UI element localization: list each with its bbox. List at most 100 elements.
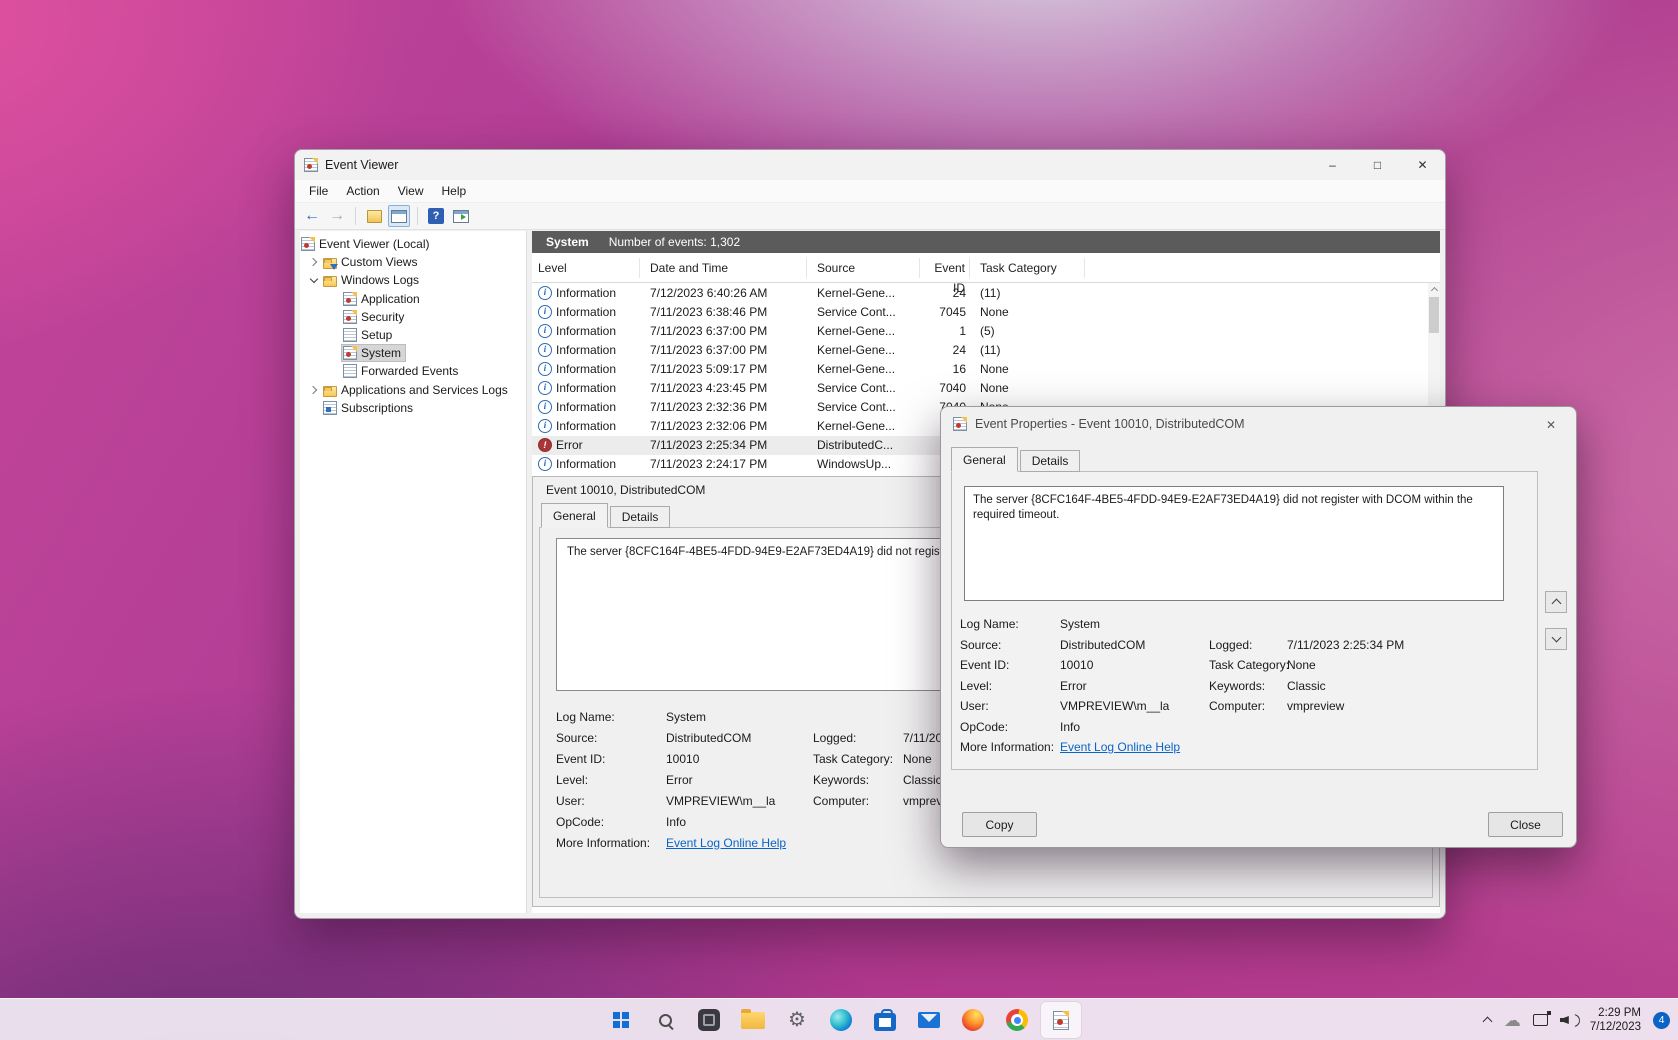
maximize-button[interactable]: □ — [1355, 150, 1400, 180]
date-cell: 7/11/2023 6:37:00 PM — [640, 343, 807, 357]
tree-item[interactable]: Applications and Services Logs — [300, 381, 526, 399]
field-value: Info — [666, 815, 813, 829]
field-label: Level: — [960, 679, 1060, 693]
volume-icon[interactable] — [1560, 1013, 1578, 1027]
back-button[interactable]: ← — [301, 205, 323, 227]
table-row[interactable]: Information 7/11/2023 5:09:17 PM Kernel-… — [532, 359, 1428, 378]
tree-item[interactable]: Windows Logs — [300, 271, 526, 289]
dialog-tabs: General Details — [951, 447, 1082, 472]
tree-item[interactable]: Subscriptions — [300, 399, 526, 417]
date-cell: 7/11/2023 6:38:46 PM — [640, 305, 807, 319]
source-cell: Kernel-Gene... — [807, 419, 920, 433]
taskbar-icon-file-explorer[interactable] — [733, 1002, 773, 1038]
taskbar-icon-settings[interactable] — [777, 1002, 817, 1038]
taskbar-icon-chrome[interactable] — [997, 1002, 1037, 1038]
events-count-label: Number of events: 1,302 — [609, 235, 740, 249]
tree-item[interactable]: Setup — [300, 326, 526, 344]
dialog-icon — [953, 417, 967, 431]
source-cell: Kernel-Gene... — [807, 324, 920, 338]
scrollbar-up-arrow-icon[interactable] — [1428, 283, 1440, 295]
table-row[interactable]: Information 7/11/2023 4:23:45 PM Service… — [532, 378, 1428, 397]
export-button[interactable] — [363, 205, 385, 227]
table-row[interactable]: Information 7/11/2023 6:37:00 PM Kernel-… — [532, 321, 1428, 340]
console-tree-toggle-button[interactable] — [388, 205, 410, 227]
previous-event-button[interactable] — [1545, 591, 1567, 613]
scrollbar-thumb[interactable] — [1429, 297, 1439, 333]
task-category-cell: (5) — [970, 324, 1085, 338]
field-label: Keywords: — [1209, 679, 1287, 693]
tree-expand-chevron-icon[interactable] — [306, 278, 322, 282]
forward-button[interactable]: → — [326, 205, 348, 227]
dialog-title-bar: Event Properties - Event 10010, Distribu… — [941, 407, 1576, 441]
onedrive-cloud-icon[interactable] — [1504, 1012, 1521, 1029]
menu-help[interactable]: Help — [433, 181, 476, 201]
tree-expand-chevron-icon[interactable] — [306, 259, 322, 265]
taskbar-icon-start[interactable] — [601, 1002, 641, 1038]
field-label: Logged: — [813, 731, 903, 745]
table-row[interactable]: Information 7/11/2023 6:37:00 PM Kernel-… — [532, 340, 1428, 359]
preview-tab-details[interactable]: Details — [610, 506, 671, 528]
tree-item[interactable]: Forwarded Events — [300, 362, 526, 380]
column-header-event-id[interactable]: Event ID — [920, 258, 970, 278]
field-label: Event ID: — [556, 752, 666, 766]
tree-item[interactable]: System — [300, 344, 526, 362]
clock-date: 7/12/2023 — [1590, 1020, 1641, 1034]
help-button[interactable]: ? — [425, 205, 447, 227]
dialog-close-icon[interactable]: ✕ — [1536, 413, 1566, 437]
dialog-general-frame: The server {8CFC164F-4BE5-4FDD-94E9-E2AF… — [951, 471, 1538, 770]
column-header-source[interactable]: Source — [807, 258, 920, 278]
field-label: More Information: — [556, 836, 666, 850]
field-label: User: — [960, 699, 1060, 713]
tree-expand-chevron-icon[interactable] — [306, 387, 322, 393]
taskbar-clock[interactable]: 2:29 PM 7/12/2023 — [1590, 1006, 1641, 1034]
dialog-tab-general[interactable]: General — [951, 447, 1018, 472]
tree-item[interactable]: Security — [300, 308, 526, 326]
column-header-level[interactable]: Level — [532, 258, 640, 278]
tree-item[interactable]: Event Viewer (Local) — [300, 235, 526, 253]
tray-overflow-chevron-icon[interactable] — [1484, 1016, 1492, 1024]
close-dialog-button[interactable]: Close — [1488, 812, 1563, 837]
tree-item[interactable]: Custom Views — [300, 253, 526, 271]
task-category-cell: None — [970, 381, 1085, 395]
dialog-message-box[interactable]: The server {8CFC164F-4BE5-4FDD-94E9-E2AF… — [964, 486, 1504, 601]
taskbar-icon-firefox[interactable] — [953, 1002, 993, 1038]
tree-item[interactable]: Application — [300, 290, 526, 308]
source-cell: WindowsUp... — [807, 457, 920, 471]
dialog-tab-details[interactable]: Details — [1020, 450, 1081, 472]
field-value: System — [1060, 617, 1209, 631]
column-header-date[interactable]: Date and Time — [640, 258, 807, 278]
minimize-button[interactable]: – — [1310, 150, 1355, 180]
taskbar-icon-store[interactable] — [865, 1002, 905, 1038]
taskbar-icon-edge[interactable] — [821, 1002, 861, 1038]
taskbar-icon-mail[interactable] — [909, 1002, 949, 1038]
notification-badge[interactable]: 4 — [1653, 1012, 1670, 1029]
task-category-cell: (11) — [970, 343, 1085, 357]
menu-action[interactable]: Action — [337, 181, 388, 201]
column-header-task-category[interactable]: Task Category — [970, 258, 1085, 278]
close-button[interactable]: ✕ — [1400, 150, 1445, 180]
next-event-button[interactable] — [1545, 628, 1567, 650]
table-row[interactable]: Information 7/12/2023 6:40:26 AM Kernel-… — [532, 283, 1428, 302]
event-log-online-help-link[interactable]: Event Log Online Help — [1060, 740, 1209, 754]
preview-tab-general[interactable]: General — [541, 503, 608, 528]
tree-item-icon — [323, 386, 337, 397]
menu-view[interactable]: View — [389, 181, 433, 201]
level-icon — [538, 343, 552, 357]
event-log-online-help-link[interactable]: Event Log Online Help — [666, 836, 813, 850]
taskbar-icon-search[interactable] — [645, 1002, 685, 1038]
event-properties-dialog: Event Properties - Event 10010, Distribu… — [940, 406, 1577, 848]
tree-item-label: Event Viewer (Local) — [319, 237, 430, 251]
network-icon[interactable] — [1533, 1014, 1548, 1026]
taskbar-icon-task-view[interactable] — [689, 1002, 729, 1038]
table-row[interactable]: Information 7/11/2023 6:38:46 PM Service… — [532, 302, 1428, 321]
copy-button[interactable]: Copy — [962, 812, 1037, 837]
action-pane-toggle-button[interactable] — [450, 205, 472, 227]
preview-tabs: General Details — [541, 503, 672, 528]
tree-item-label: Windows Logs — [341, 273, 419, 287]
taskbar-icon-event-viewer[interactable] — [1041, 1002, 1081, 1038]
export-icon — [367, 210, 382, 223]
menu-bar: File Action View Help — [295, 180, 1445, 203]
date-cell: 7/11/2023 2:32:06 PM — [640, 419, 807, 433]
tree-item-icon — [343, 310, 357, 324]
menu-file[interactable]: File — [300, 181, 337, 201]
